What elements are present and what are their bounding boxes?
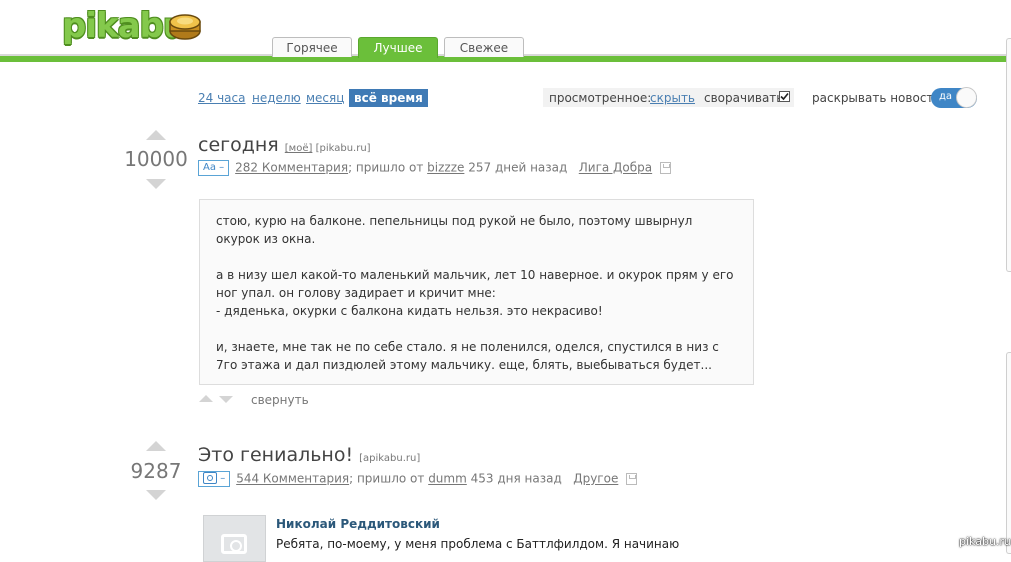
period-month[interactable]: месяц <box>306 91 344 105</box>
tab-fresh[interactable]: Свежее <box>444 37 524 57</box>
right-sidebar-edge <box>1006 38 1011 272</box>
post-source: [apikabu.ru] <box>359 453 421 464</box>
period-all-time[interactable]: всё время <box>349 89 428 107</box>
comments-link[interactable]: 282 Комментария <box>235 161 348 175</box>
viewed-hide-link[interactable]: скрыть <box>650 91 695 105</box>
viewed-label: просмотренное: <box>549 91 652 105</box>
save-icon[interactable] <box>626 473 638 485</box>
post-age: 257 дней назад <box>468 160 568 175</box>
community-link[interactable]: Лига Добра <box>579 161 652 175</box>
header: pikabu Горячее Лучшее Свежее <box>0 0 1011 62</box>
author-link[interactable]: dumm <box>428 472 467 486</box>
story-paragraph: и, знаете, мне так не по себе стало. я н… <box>216 340 719 372</box>
tab-best[interactable]: Лучшее <box>358 37 438 58</box>
checkmark-icon <box>780 92 789 101</box>
downvote-icon[interactable] <box>146 179 166 189</box>
post-story: стою, курю на балконе. пепельницы под ру… <box>199 199 754 385</box>
post-title: Это гениально! [apikabu.ru] <box>198 444 420 466</box>
text-type-badge[interactable]: Aa – <box>198 160 230 176</box>
camera-icon <box>221 534 247 554</box>
collapse-checkbox[interactable] <box>779 91 790 102</box>
post-title-text[interactable]: сегодня <box>198 134 279 156</box>
comments-link[interactable]: 544 Комментария <box>236 472 349 486</box>
embed-avatar <box>203 515 266 562</box>
from-prefix: ; пришло от <box>349 471 425 486</box>
post-meta: Aa – 282 Комментария; пришло от bizzze 25… <box>198 160 672 176</box>
collapse-link[interactable]: свернуть <box>251 393 309 407</box>
story-paragraph: стою, курю на балконе. пепельницы под ру… <box>216 214 693 246</box>
save-icon[interactable] <box>660 162 672 174</box>
toggle-label: да <box>939 91 953 102</box>
collapse-label: сворачивать <box>704 91 784 105</box>
upvote-icon[interactable] <box>146 441 166 451</box>
embed-text: Ребята, по-моему, у меня проблема с Батт… <box>276 537 680 551</box>
post-title: сегодня [моё] [pikabu.ru] <box>198 134 371 156</box>
post-rating: 10000 <box>124 147 188 171</box>
community-link[interactable]: Другое <box>573 472 618 486</box>
upvote-icon[interactable] <box>146 130 166 140</box>
small-upvote-icon[interactable] <box>199 395 213 402</box>
period-week[interactable]: неделю <box>252 91 301 105</box>
downvote-icon[interactable] <box>146 490 166 500</box>
toggle-knob[interactable] <box>956 87 977 108</box>
post-age: 453 дня назад <box>470 471 562 486</box>
expand-news-label: раскрывать новости <box>812 91 942 105</box>
post-title-text[interactable]: Это гениально! <box>198 444 353 466</box>
embed-author-name: Николай Реддитовский <box>276 517 440 531</box>
post-source: [pikabu.ru] <box>315 143 371 154</box>
post-meta: –544 Комментария; пришло от dumm 453 дня… <box>198 471 638 487</box>
from-prefix: ; пришло от <box>348 160 424 175</box>
author-link[interactable]: bizzze <box>427 161 464 175</box>
camera-icon <box>203 472 217 484</box>
expand-news-toggle[interactable]: да <box>931 87 977 108</box>
period-24h[interactable]: 24 часа <box>198 91 245 105</box>
tab-hot[interactable]: Горячее <box>272 37 352 57</box>
image-type-badge[interactable]: – <box>198 471 231 487</box>
logo-cake-icon <box>169 14 201 40</box>
right-sidebar-edge-lower <box>1006 352 1011 554</box>
watermark: pikabu.ru <box>959 535 1011 548</box>
small-downvote-icon[interactable] <box>219 396 233 403</box>
post-tag-mine[interactable]: [моё] <box>285 143 313 154</box>
post-rating: 9287 <box>130 459 182 483</box>
story-paragraph: а в низу шел какой-то маленький мальчик,… <box>216 268 734 318</box>
